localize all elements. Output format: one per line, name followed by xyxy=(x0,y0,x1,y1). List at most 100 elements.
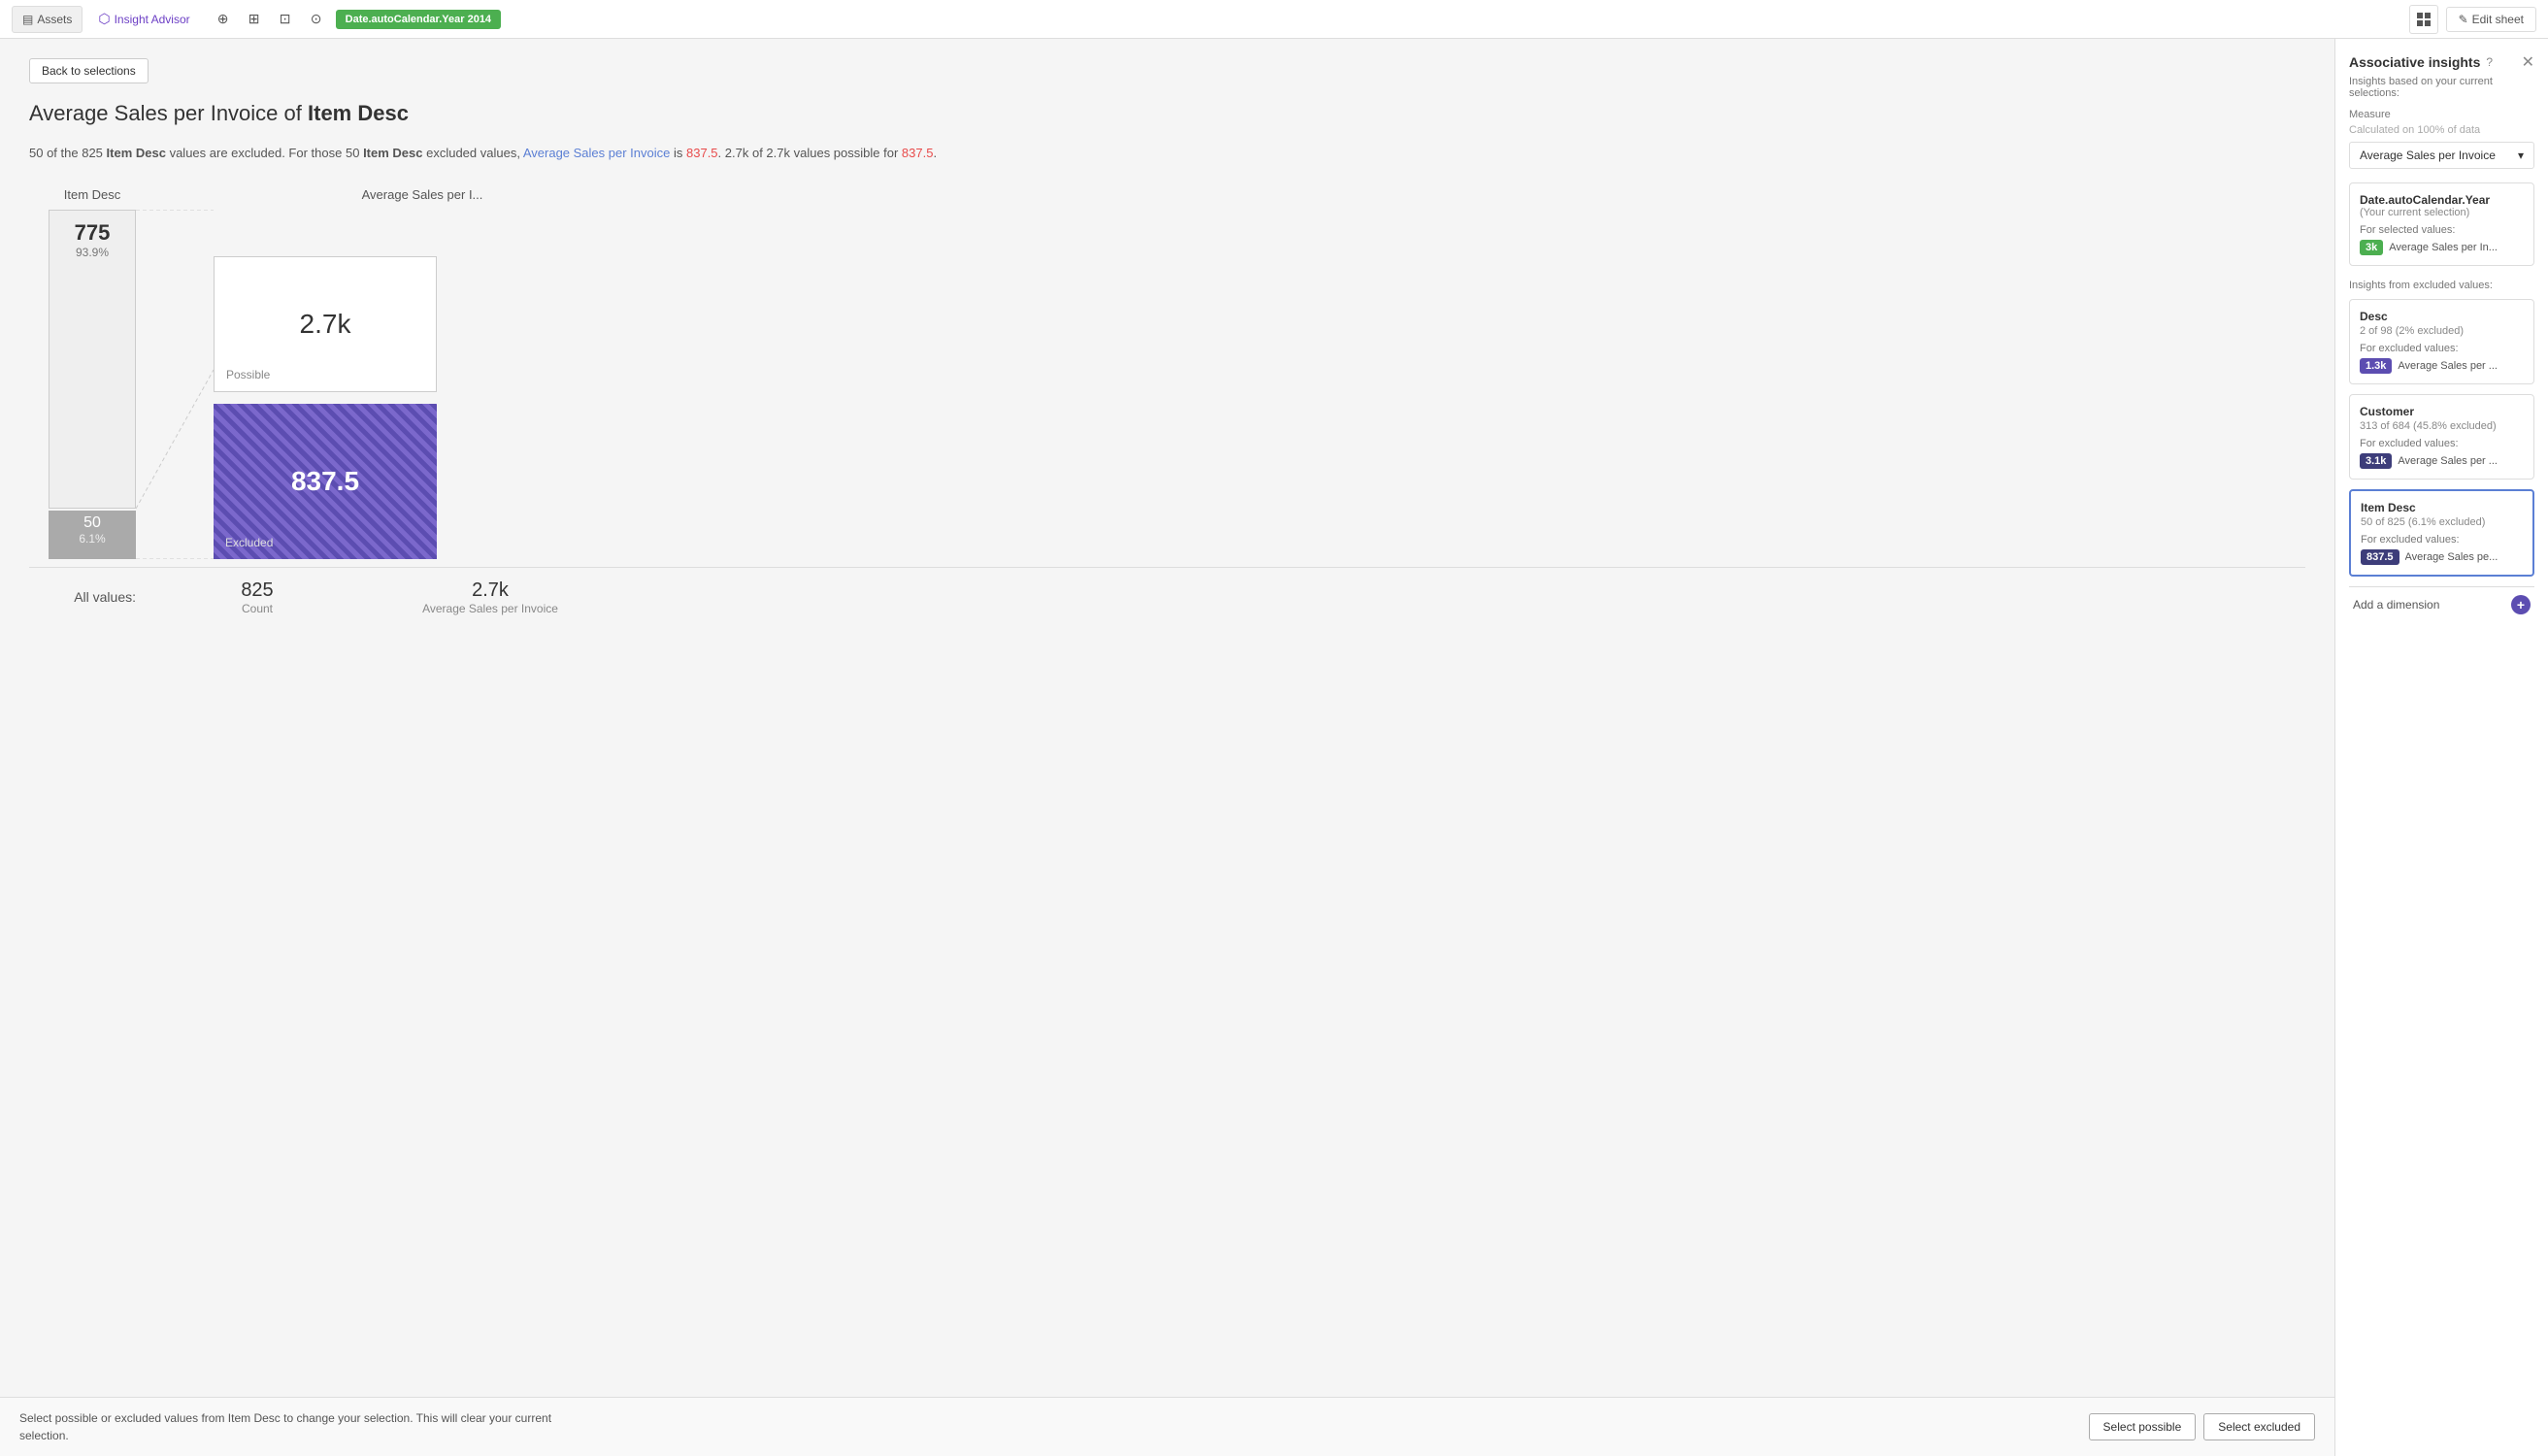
for-selected-label: For selected values: xyxy=(2360,224,2524,236)
measure-value: Average Sales per Invoice xyxy=(2360,149,2496,162)
zoom-in-icon[interactable]: ⊡ xyxy=(272,6,299,33)
top-bar-left: ▤ Assets ⬡ Insight Advisor ⊕ ⊞ ⊡ ⊙ Date.… xyxy=(12,5,501,33)
desc-field: Item Desc xyxy=(107,146,166,160)
add-dimension-label: Add a dimension xyxy=(2353,598,2439,612)
card-2-badge: 837.5 xyxy=(2361,549,2399,565)
panel-title: Associative insights xyxy=(2349,54,2480,70)
possible-pct: 93.9% xyxy=(50,246,135,259)
assets-label: Assets xyxy=(37,13,72,26)
back-to-selections-button[interactable]: Back to selections xyxy=(29,58,149,83)
measure-sublabel: Calculated on 100% of data xyxy=(2349,124,2534,136)
card-2-excl-label: For excluded values: xyxy=(2361,534,2523,546)
insight-card-2[interactable]: Item Desc 50 of 825 (6.1% excluded) For … xyxy=(2349,489,2534,577)
description-text: 50 of the 825 Item Desc values are exclu… xyxy=(29,144,2305,164)
col-spacer xyxy=(194,187,252,202)
bar-chart: 775 93.9% 50 6.1% xyxy=(49,210,136,559)
assets-tab[interactable]: ▤ Assets xyxy=(12,6,83,33)
possible-count: 775 xyxy=(50,220,135,246)
cs-subtitle: (Your current selection) xyxy=(2360,207,2524,218)
cs-title: Date.autoCalendar.Year xyxy=(2360,193,2524,207)
add-dimension-icon[interactable]: + xyxy=(2511,595,2531,614)
excluded-box-value: 837.5 xyxy=(291,466,359,497)
excluded-box-label: Excluded xyxy=(225,536,273,549)
measure-dropdown[interactable]: Average Sales per Invoice ▾ xyxy=(2349,142,2534,169)
excluded-box: 837.5 Excluded xyxy=(214,404,437,559)
desc-count: 50 xyxy=(29,146,43,160)
banner-message: Select possible or excluded values from … xyxy=(19,1411,551,1442)
title-connector: of xyxy=(278,101,308,125)
card-1-sub: 313 of 684 (45.8% excluded) xyxy=(2360,420,2524,432)
card-1-bar: 3.1k Average Sales per ... xyxy=(2360,453,2524,469)
bar-possible: 775 93.9% xyxy=(49,210,136,509)
insight-card-1[interactable]: Customer 313 of 684 (45.8% excluded) For… xyxy=(2349,394,2534,480)
toolbar-icons: ⊕ ⊞ ⊡ ⊙ xyxy=(210,6,330,33)
desc-range: 2.7k of 2.7k xyxy=(725,146,790,160)
all-values-row: All values: 825 Count 2.7k Average Sales… xyxy=(29,567,2305,615)
possible-box-label: Possible xyxy=(226,368,270,381)
chevron-down-icon: ▾ xyxy=(2518,149,2524,162)
connector-lines xyxy=(136,210,214,559)
card-1-measure: Average Sales per ... xyxy=(2398,455,2498,467)
possible-box: 2.7k Possible xyxy=(214,256,437,392)
all-avg-label: Average Sales per Invoice xyxy=(379,602,602,615)
edit-sheet-button[interactable]: ✎ Edit sheet xyxy=(2446,7,2536,32)
grid-view-icon[interactable] xyxy=(2409,5,2438,34)
col-label-avg-sales: Average Sales per I... xyxy=(311,187,534,202)
excluded-count: 50 xyxy=(49,514,136,532)
add-dimension-row[interactable]: Add a dimension + xyxy=(2349,586,2534,622)
title-dimension: Item Desc xyxy=(308,101,409,125)
top-bar-right: ✎ Edit sheet xyxy=(2409,5,2536,34)
right-panel: Associative insights ? ✕ Insights based … xyxy=(2334,39,2548,1456)
desc-excluded: 50 xyxy=(346,146,359,160)
insight-tab[interactable]: ⬡ Insight Advisor xyxy=(88,5,199,33)
all-count-label: Count xyxy=(214,602,301,615)
col-label-item-desc: Item Desc xyxy=(49,187,136,202)
close-button[interactable]: ✕ xyxy=(2522,52,2534,72)
assets-icon: ▤ xyxy=(22,13,33,26)
select-excluded-button[interactable]: Select excluded xyxy=(2203,1413,2315,1440)
selection-mode-icon[interactable]: ⊙ xyxy=(303,6,330,33)
measure-section-label: Measure xyxy=(2349,109,2534,120)
desc-total: 825 xyxy=(82,146,103,160)
all-count-col: 825 Count xyxy=(214,579,301,615)
current-selection-card: Date.autoCalendar.Year (Your current sel… xyxy=(2349,182,2534,266)
card-2-title: Item Desc xyxy=(2361,501,2523,514)
measure-link[interactable]: Average Sales per Invoice xyxy=(523,146,671,160)
card-0-sub: 2 of 98 (2% excluded) xyxy=(2360,325,2524,337)
all-values-label: All values: xyxy=(49,589,136,605)
selected-measure-text: Average Sales per In... xyxy=(2389,242,2498,253)
panel-subtitle: Insights based on your current selection… xyxy=(2349,76,2534,99)
bottom-spacer xyxy=(29,615,2305,674)
banner-text: Select possible or excluded values from … xyxy=(19,1409,602,1444)
panel-header: Associative insights ? ✕ xyxy=(2349,52,2534,72)
insights-excluded-label: Insights from excluded values: xyxy=(2349,280,2534,291)
all-avg-value: 2.7k xyxy=(379,579,602,602)
zoom-out-icon[interactable]: ⊞ xyxy=(241,6,268,33)
chart-wrapper: 775 93.9% 50 6.1% xyxy=(29,210,2305,559)
desc-field2: Item Desc xyxy=(363,146,422,160)
insight-icon: ⬡ xyxy=(98,11,110,27)
banner-buttons: Select possible Select excluded xyxy=(2089,1413,2315,1440)
excluded-value: 837.5 xyxy=(686,146,718,160)
card-2-bar: 837.5 Average Sales pe... xyxy=(2361,549,2523,565)
card-0-bar: 1.3k Average Sales per ... xyxy=(2360,358,2524,374)
all-avg-col: 2.7k Average Sales per Invoice xyxy=(379,579,602,615)
page-title: Average Sales per Invoice of Item Desc xyxy=(29,101,2305,126)
insight-card-0[interactable]: Desc 2 of 98 (2% excluded) For excluded … xyxy=(2349,299,2534,384)
top-bar: ▤ Assets ⬡ Insight Advisor ⊕ ⊞ ⊡ ⊙ Date.… xyxy=(0,0,2548,39)
selection-pill[interactable]: Date.autoCalendar.Year 2014 xyxy=(336,10,501,29)
select-possible-button[interactable]: Select possible xyxy=(2089,1413,2197,1440)
all-count-value: 825 xyxy=(214,579,301,602)
title-measure: Average Sales per Invoice xyxy=(29,101,278,125)
bar-excluded: 50 6.1% xyxy=(49,511,136,559)
card-1-badge: 3.1k xyxy=(2360,453,2392,469)
pencil-icon: ✎ xyxy=(2459,13,2468,26)
selected-badge: 3k xyxy=(2360,240,2383,255)
zoom-fit-icon[interactable]: ⊕ xyxy=(210,6,237,33)
help-icon[interactable]: ? xyxy=(2486,55,2493,69)
card-0-badge: 1.3k xyxy=(2360,358,2392,374)
card-1-excl-label: For excluded values: xyxy=(2360,438,2524,449)
insight-label: Insight Advisor xyxy=(115,13,190,26)
value-boxes: 2.7k Possible 837.5 Excluded xyxy=(214,256,437,559)
excluded-pct: 6.1% xyxy=(49,532,136,546)
